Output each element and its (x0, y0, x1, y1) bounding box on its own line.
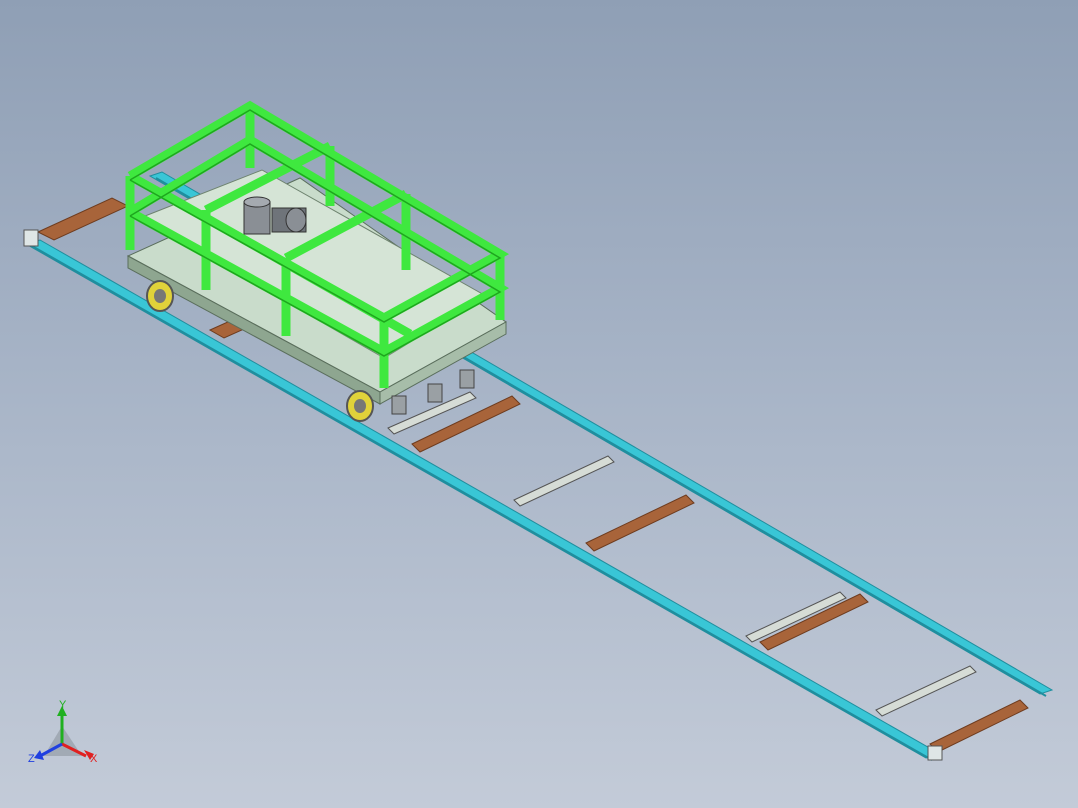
sleeper[interactable] (36, 197, 130, 241)
x-axis-label: X (90, 753, 98, 765)
wheel[interactable] (146, 280, 174, 312)
y-axis-label: Y (59, 699, 67, 711)
bearing-block[interactable] (427, 383, 443, 403)
rail-end-stop[interactable] (23, 229, 39, 247)
mounting-plate[interactable] (875, 665, 977, 717)
view-triad[interactable]: Y X Z (28, 699, 98, 765)
graphics-viewport[interactable]: Y X Z (0, 0, 1078, 808)
sleeper[interactable] (929, 699, 1029, 753)
sleeper[interactable] (585, 494, 695, 552)
z-axis-label: Z (28, 753, 35, 765)
wheel[interactable] (346, 390, 374, 422)
rail-end-stop[interactable] (927, 745, 943, 761)
mounting-plates (387, 391, 977, 717)
assembly-model[interactable]: Y X Z (0, 0, 1078, 808)
mounting-plate[interactable] (513, 455, 615, 507)
sleeper[interactable] (411, 395, 521, 453)
bearing-block[interactable] (391, 395, 407, 415)
bearing-block[interactable] (459, 369, 475, 389)
